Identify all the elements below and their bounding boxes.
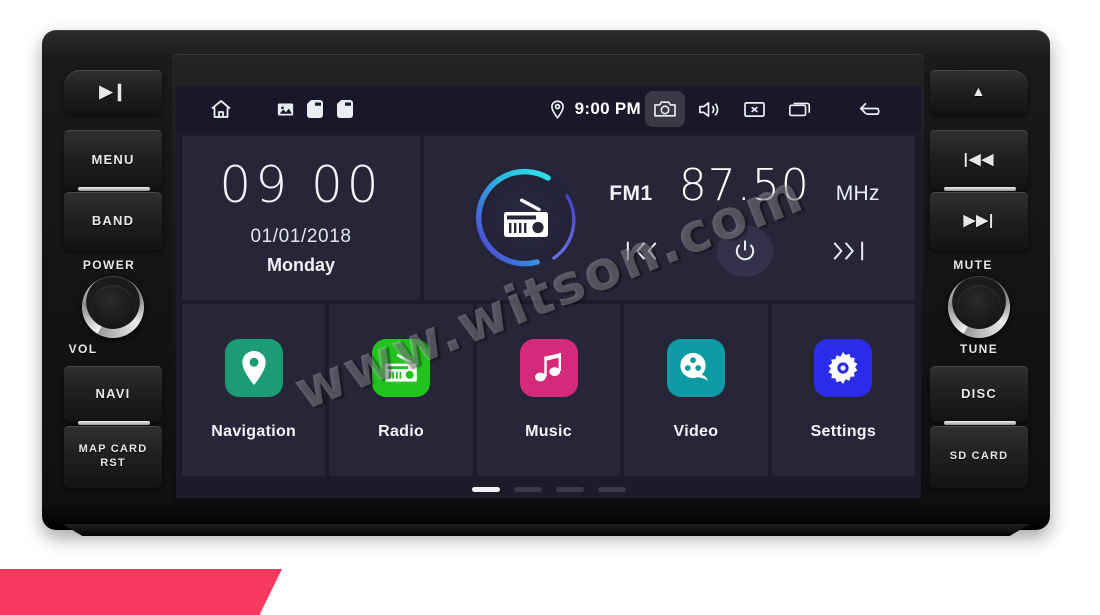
- gallery-icon[interactable]: [270, 89, 300, 129]
- key-divider-left-1: [78, 187, 150, 191]
- radio-widget[interactable]: FM1 87.50 MHz: [424, 136, 915, 300]
- mute-knob-top-label: MUTE: [953, 258, 993, 272]
- key-divider-right-2: [944, 421, 1016, 425]
- recents-icon[interactable]: [777, 89, 823, 129]
- sd-card-1-icon[interactable]: [300, 89, 330, 129]
- band-button[interactable]: BAND: [64, 192, 162, 250]
- band-label: BAND: [91, 212, 135, 228]
- status-bar-left: [176, 89, 360, 129]
- menu-button[interactable]: MENU: [64, 130, 162, 190]
- radio-frequency: 87.50: [678, 159, 810, 211]
- key-divider-left-2: [78, 421, 150, 425]
- map-card-rst-label: MAP CARD RST: [78, 443, 148, 469]
- radio-info: FM1 87.50 MHz: [584, 160, 915, 277]
- radio-next-button[interactable]: [831, 238, 865, 264]
- promo-banner: [0, 569, 282, 615]
- disc-label: DISC: [961, 385, 997, 401]
- radio-icon: [501, 196, 551, 240]
- music-note-icon: [519, 339, 578, 397]
- status-bar: 9:00 PM: [176, 86, 921, 132]
- location-pin-icon: [543, 89, 573, 129]
- gear-icon: [814, 339, 873, 397]
- radio-previous-button[interactable]: [625, 238, 659, 264]
- next-track-label: ▶▶|: [963, 211, 995, 229]
- power-volume-knob[interactable]: [82, 276, 144, 338]
- volume-icon[interactable]: [685, 89, 731, 129]
- eject-label: ▲: [971, 83, 987, 100]
- page-indicator: [176, 487, 921, 492]
- app-label: Radio: [378, 423, 425, 440]
- app-settings[interactable]: Settings: [771, 304, 916, 476]
- home-icon[interactable]: [198, 89, 244, 129]
- clock-date: 01/01/2018: [250, 226, 352, 247]
- page-dot[interactable]: [555, 487, 584, 492]
- frequency-display: FM1 87.50 MHz: [598, 160, 891, 211]
- camera-icon[interactable]: [645, 91, 685, 127]
- clock-weekday: Monday: [266, 255, 335, 275]
- clock-time: 09 00: [219, 156, 383, 214]
- sd-card-2-icon[interactable]: [330, 89, 360, 129]
- page-dot[interactable]: [597, 487, 626, 492]
- map-pin-icon: [224, 339, 283, 397]
- right-control-panel: ▲ |◀◀ ▶▶| MUTE TUNE DISC SD CARD: [920, 54, 1038, 504]
- previous-track-label: |◀◀: [963, 150, 995, 168]
- navi-label: NAVI: [95, 385, 131, 401]
- mute-knob-bottom-label: TUNE: [959, 342, 999, 356]
- page-dot[interactable]: [513, 487, 542, 492]
- eject-button[interactable]: ▲: [930, 70, 1028, 114]
- film-reel-icon: [666, 339, 725, 397]
- app-grid: Navigation Radio Music Video Settings: [176, 304, 921, 476]
- power-knob-top-label: POWER: [82, 258, 136, 272]
- app-radio[interactable]: Radio: [329, 304, 473, 476]
- clock-widget[interactable]: 09 00 01/01/2018 Monday: [182, 136, 420, 300]
- menu-label: MENU: [91, 151, 135, 167]
- map-card-rst-button[interactable]: MAP CARD RST: [64, 426, 162, 488]
- sd-card-label: SD CARD: [949, 450, 1009, 463]
- radio-unit: MHz: [835, 181, 880, 205]
- app-label: Video: [673, 423, 719, 440]
- app-video[interactable]: Video: [624, 304, 768, 476]
- disc-button[interactable]: DISC: [930, 366, 1028, 422]
- power-knob-bottom-label: VOL: [68, 342, 98, 356]
- key-divider-right-1: [944, 187, 1016, 191]
- play-pause-label: ▶❙: [99, 82, 127, 102]
- status-bar-right: 9:00 PM: [543, 89, 921, 129]
- play-pause-button[interactable]: ▶❙: [64, 70, 162, 114]
- previous-track-button[interactable]: |◀◀: [930, 130, 1028, 190]
- sd-card-button[interactable]: SD CARD: [930, 426, 1028, 488]
- radio-icon: [372, 339, 431, 397]
- radio-progress-ring: [468, 160, 584, 276]
- page-dot[interactable]: [471, 487, 500, 492]
- radio-band: FM1: [609, 181, 653, 205]
- app-label: Navigation: [211, 423, 297, 440]
- next-track-button[interactable]: ▶▶|: [930, 192, 1028, 250]
- mute-tune-knob[interactable]: [948, 276, 1010, 338]
- widget-row: 09 00 01/01/2018 Monday FM1 87.50 MHz: [176, 132, 921, 300]
- android-screen: 9:00 PM 09 00 01/01/2018 Monday FM1 87.5…: [176, 86, 921, 498]
- app-navigation[interactable]: Navigation: [182, 304, 326, 476]
- app-music[interactable]: Music: [476, 304, 621, 476]
- radio-transport-controls: [598, 224, 891, 277]
- app-label: Music: [525, 423, 572, 440]
- app-label: Settings: [810, 423, 877, 440]
- close-box-icon[interactable]: [731, 89, 777, 129]
- left-control-panel: ▶❙ MENU BAND POWER VOL NAVI MAP CARD RST: [54, 54, 172, 504]
- back-icon[interactable]: [849, 89, 895, 129]
- status-bar-clock: 9:00 PM: [574, 99, 641, 118]
- radio-power-button[interactable]: [716, 224, 773, 277]
- navi-button[interactable]: NAVI: [64, 366, 162, 422]
